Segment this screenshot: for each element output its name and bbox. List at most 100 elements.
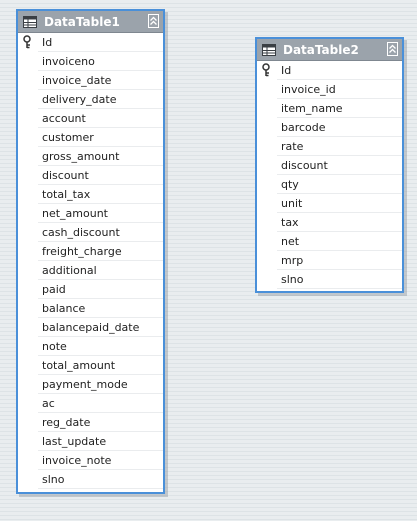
datatable1-columns: Id invoiceno invoice_date delivery_date acco… xyxy=(18,33,163,489)
column-row[interactable]: customer xyxy=(18,128,163,147)
column-row[interactable]: invoice_id xyxy=(257,80,402,99)
column-row[interactable]: net xyxy=(257,232,402,251)
row-selector[interactable] xyxy=(18,470,38,489)
row-selector[interactable] xyxy=(18,394,38,413)
row-selector[interactable] xyxy=(257,156,277,175)
row-selector[interactable] xyxy=(257,118,277,137)
column-name: qty xyxy=(277,175,402,194)
column-row[interactable]: account xyxy=(18,109,163,128)
collapse-button[interactable] xyxy=(148,14,159,28)
column-row[interactable]: delivery_date xyxy=(18,90,163,109)
column-name: Id xyxy=(38,33,163,52)
row-selector[interactable] xyxy=(18,204,38,223)
row-selector[interactable] xyxy=(18,318,38,337)
datatable2-panel[interactable]: DataTable2 Id invoice_id item_name barcode r… xyxy=(255,37,404,293)
column-name: invoiceno xyxy=(38,52,163,71)
column-name: invoice_date xyxy=(38,71,163,90)
row-selector[interactable] xyxy=(18,432,38,451)
collapse-button[interactable] xyxy=(387,42,398,56)
column-row[interactable]: slno xyxy=(257,270,402,289)
column-name: discount xyxy=(38,166,163,185)
row-selector[interactable] xyxy=(18,337,38,356)
row-selector[interactable] xyxy=(257,194,277,213)
row-selector[interactable] xyxy=(18,223,38,242)
row-selector[interactable] xyxy=(257,61,277,80)
row-selector[interactable] xyxy=(257,270,277,289)
column-row[interactable]: net_amount xyxy=(18,204,163,223)
column-row[interactable]: balancepaid_date xyxy=(18,318,163,337)
row-selector[interactable] xyxy=(18,33,38,52)
column-name: barcode xyxy=(277,118,402,137)
column-row[interactable]: slno xyxy=(18,470,163,489)
column-row[interactable]: barcode xyxy=(257,118,402,137)
column-row[interactable]: additional xyxy=(18,261,163,280)
column-row[interactable]: tax xyxy=(257,213,402,232)
row-selector[interactable] xyxy=(18,185,38,204)
column-row[interactable]: invoice_date xyxy=(18,71,163,90)
row-selector[interactable] xyxy=(257,137,277,156)
column-row[interactable]: cash_discount xyxy=(18,223,163,242)
column-name: invoice_id xyxy=(277,80,402,99)
column-row[interactable]: mrp xyxy=(257,251,402,270)
column-name: customer xyxy=(38,128,163,147)
column-name: account xyxy=(38,109,163,128)
column-row[interactable]: gross_amount xyxy=(18,147,163,166)
row-selector[interactable] xyxy=(18,413,38,432)
column-row[interactable]: invoiceno xyxy=(18,52,163,71)
column-row[interactable]: reg_date xyxy=(18,413,163,432)
column-name: item_name xyxy=(277,99,402,118)
datatable1-header[interactable]: DataTable1 xyxy=(18,11,163,33)
column-name: net_amount xyxy=(38,204,163,223)
row-selector[interactable] xyxy=(18,261,38,280)
row-selector[interactable] xyxy=(18,451,38,470)
column-name: net xyxy=(277,232,402,251)
column-row[interactable]: qty xyxy=(257,175,402,194)
row-selector[interactable] xyxy=(257,232,277,251)
row-selector[interactable] xyxy=(257,251,277,270)
row-selector[interactable] xyxy=(18,299,38,318)
row-selector[interactable] xyxy=(18,109,38,128)
datatable2-columns: Id invoice_id item_name barcode rate discount… xyxy=(257,61,402,289)
row-selector[interactable] xyxy=(18,52,38,71)
row-selector[interactable] xyxy=(18,90,38,109)
row-selector[interactable] xyxy=(257,175,277,194)
column-row[interactable]: total_tax xyxy=(18,185,163,204)
column-row[interactable]: payment_mode xyxy=(18,375,163,394)
column-row[interactable]: freight_charge xyxy=(18,242,163,261)
row-selector[interactable] xyxy=(18,147,38,166)
column-row[interactable]: rate xyxy=(257,137,402,156)
row-selector[interactable] xyxy=(18,280,38,299)
column-row[interactable]: unit xyxy=(257,194,402,213)
column-row[interactable]: paid xyxy=(18,280,163,299)
column-row[interactable]: balance xyxy=(18,299,163,318)
column-row[interactable]: note xyxy=(18,337,163,356)
column-name: cash_discount xyxy=(38,223,163,242)
column-name: Id xyxy=(277,61,402,80)
column-row[interactable]: Id xyxy=(18,33,163,52)
row-selector[interactable] xyxy=(18,375,38,394)
column-row[interactable]: last_update xyxy=(18,432,163,451)
row-selector[interactable] xyxy=(18,71,38,90)
column-row[interactable]: discount xyxy=(257,156,402,175)
datatable2-header[interactable]: DataTable2 xyxy=(257,39,402,61)
chevron-up-double-icon xyxy=(150,16,157,25)
column-name: freight_charge xyxy=(38,242,163,261)
row-selector[interactable] xyxy=(257,99,277,118)
datatable1-panel[interactable]: DataTable1 Id invoiceno invoice_date delive… xyxy=(16,9,165,494)
row-selector[interactable] xyxy=(18,166,38,185)
column-row[interactable]: item_name xyxy=(257,99,402,118)
row-selector[interactable] xyxy=(18,242,38,261)
column-name: payment_mode xyxy=(38,375,163,394)
row-selector[interactable] xyxy=(18,128,38,147)
dataset-designer-canvas[interactable]: { "tables": [ { "title": "DataTable1", "… xyxy=(0,0,417,521)
chevron-up-double-icon xyxy=(389,44,396,53)
row-selector[interactable] xyxy=(18,356,38,375)
row-selector[interactable] xyxy=(257,80,277,99)
column-row[interactable]: total_amount xyxy=(18,356,163,375)
column-name: last_update xyxy=(38,432,163,451)
column-row[interactable]: ac xyxy=(18,394,163,413)
row-selector[interactable] xyxy=(257,213,277,232)
column-row[interactable]: invoice_note xyxy=(18,451,163,470)
column-row[interactable]: Id xyxy=(257,61,402,80)
column-row[interactable]: discount xyxy=(18,166,163,185)
